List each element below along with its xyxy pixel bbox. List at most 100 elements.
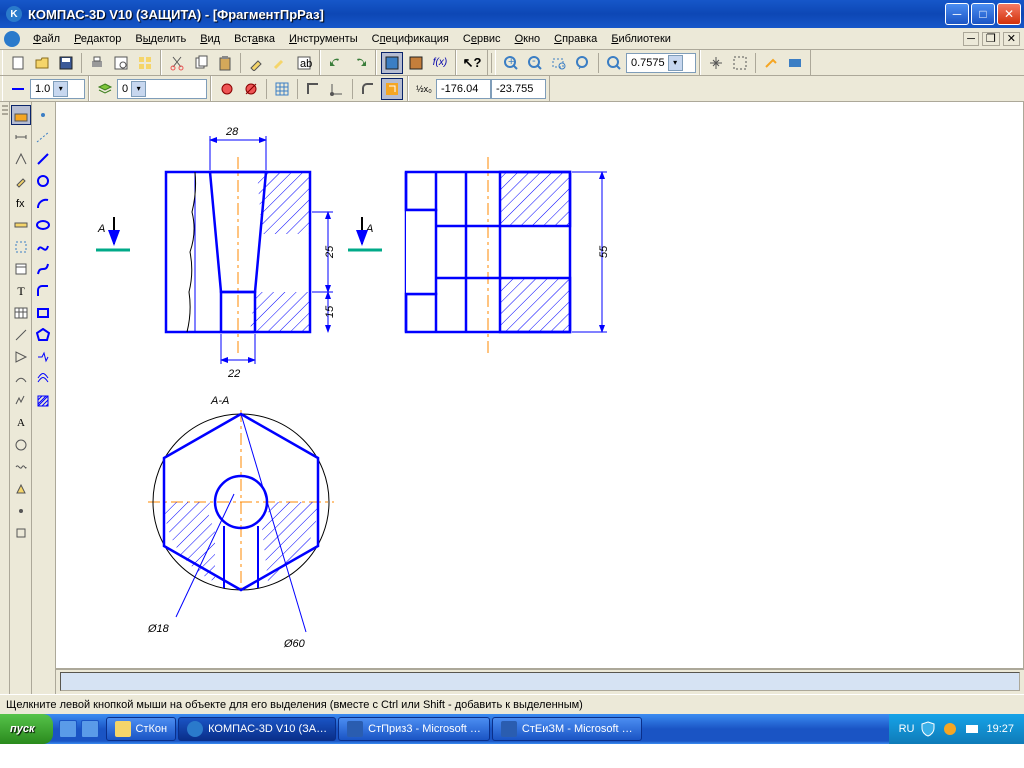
menu-tools[interactable]: Инструменты [282,31,365,47]
zoom-prev-button[interactable] [572,52,594,74]
property-bar-inner[interactable] [60,672,1020,691]
save-button[interactable] [55,52,77,74]
cmd-round[interactable] [33,281,53,301]
cmd-rect[interactable] [33,303,53,323]
fx-button[interactable]: f(x) [429,52,451,74]
zoom-window-button[interactable] [548,52,570,74]
pan-button[interactable] [705,52,727,74]
cat-measure[interactable] [11,215,31,235]
new-button[interactable] [7,52,29,74]
copy-button[interactable] [190,52,212,74]
task-kompas[interactable]: КОМПАС-3D V10 (ЗА… [178,717,336,741]
ql-browser-icon[interactable] [81,720,99,738]
task-folder[interactable]: СтКон [106,717,177,741]
cat-view[interactable] [11,347,31,367]
tray-icon2[interactable] [942,721,958,737]
cmd-ellipse[interactable] [33,215,53,235]
minimize-button[interactable]: ─ [945,3,969,25]
cut-button[interactable] [166,52,188,74]
cat-misc1[interactable] [11,501,31,521]
grid-button[interactable] [271,78,293,100]
properties-button[interactable] [245,52,267,74]
menu-libs[interactable]: Библиотеки [604,31,678,47]
zoom-combo[interactable]: 0.7575▾ [626,53,696,73]
menu-help[interactable]: Справка [547,31,604,47]
tray-icon3[interactable] [964,721,980,737]
redo-button[interactable] [349,52,371,74]
mdi-restore[interactable]: ❐ [982,32,1000,46]
cat-geometry[interactable] [11,105,31,125]
menu-insert[interactable]: Вставка [227,31,282,47]
model-button[interactable] [381,52,403,74]
menu-view[interactable]: Вид [193,31,227,47]
ql-desktop-icon[interactable] [59,720,77,738]
menu-window[interactable]: Окно [508,31,548,47]
cmd-spline[interactable] [33,237,53,257]
cat-spec[interactable] [11,259,31,279]
maximize-button[interactable]: □ [971,3,995,25]
paste-button[interactable] [214,52,236,74]
menu-file[interactable]: Файл [26,31,67,47]
libs-button[interactable] [405,52,427,74]
zoom-fit-button[interactable] [729,52,751,74]
start-button[interactable]: пуск [0,714,53,744]
task-word1[interactable]: СтПриз3 - Microsoft … [338,717,490,741]
cat-rough[interactable] [11,391,31,411]
system-tray[interactable]: RU 19:27 [889,714,1024,744]
mdi-minimize[interactable]: ─ [963,32,979,46]
cmd-bezier[interactable] [33,259,53,279]
coord-x-field[interactable]: -176.04 [436,79,491,99]
cat-surface[interactable] [11,369,31,389]
undo-button[interactable] [325,52,347,74]
zoom-out-button[interactable]: - [524,52,546,74]
tray-shield-icon[interactable] [920,721,936,737]
print-button[interactable] [86,52,108,74]
line-style-combo[interactable]: 1.0▾ [30,79,85,99]
menu-spec[interactable]: Спецификация [365,31,456,47]
parametric-button[interactable] [381,78,403,100]
copy-props-button[interactable] [269,52,291,74]
open-button[interactable] [31,52,53,74]
drawing-canvas[interactable]: А А [56,102,1024,669]
menu-service[interactable]: Сервис [456,31,508,47]
menu-select[interactable]: Выделить [128,31,193,47]
cmd-collect[interactable] [33,347,53,367]
cmd-line[interactable] [33,149,53,169]
cat-dimensions[interactable] [11,127,31,147]
tray-lang[interactable]: RU [899,723,915,735]
cat-spring[interactable] [11,457,31,477]
cmd-polygon[interactable] [33,325,53,345]
snap-end-button[interactable] [216,78,238,100]
cmd-point[interactable] [33,105,53,125]
task-word2[interactable]: СтЕиЗМ - Microsoft … [492,717,642,741]
local-cs-button[interactable] [326,78,348,100]
zoom-in-button[interactable]: + [500,52,522,74]
cmd-hatch[interactable] [33,391,53,411]
cat-param[interactable]: fx [11,193,31,213]
menu-edit[interactable]: Редактор [67,31,128,47]
redraw-button[interactable] [760,52,782,74]
variables-button[interactable]: ab [293,52,315,74]
tray-clock[interactable]: 19:27 [986,723,1014,735]
round-button[interactable] [357,78,379,100]
cmd-equid[interactable] [33,369,53,389]
refresh-button[interactable] [784,52,806,74]
cat-select[interactable] [11,237,31,257]
help-cursor-button[interactable]: ↖? [461,52,483,74]
doc-manager-button[interactable] [134,52,156,74]
cat-misc2[interactable] [11,523,31,543]
cat-letter[interactable]: A [11,413,31,433]
cat-shaft[interactable] [11,435,31,455]
layer-combo[interactable]: 0▾ [117,79,207,99]
cat-axis[interactable] [11,325,31,345]
zoom-dynamic-button[interactable] [603,52,625,74]
preview-button[interactable] [110,52,132,74]
mdi-close[interactable]: ✕ [1003,32,1020,46]
snap-break-button[interactable] [240,78,262,100]
panel-drag-strip[interactable] [0,102,10,694]
close-button[interactable]: ✕ [997,3,1021,25]
cat-weld[interactable] [11,479,31,499]
coord-y-field[interactable]: -23.755 [491,79,546,99]
cmd-aux-line[interactable] [33,127,53,147]
cmd-circle[interactable] [33,171,53,191]
